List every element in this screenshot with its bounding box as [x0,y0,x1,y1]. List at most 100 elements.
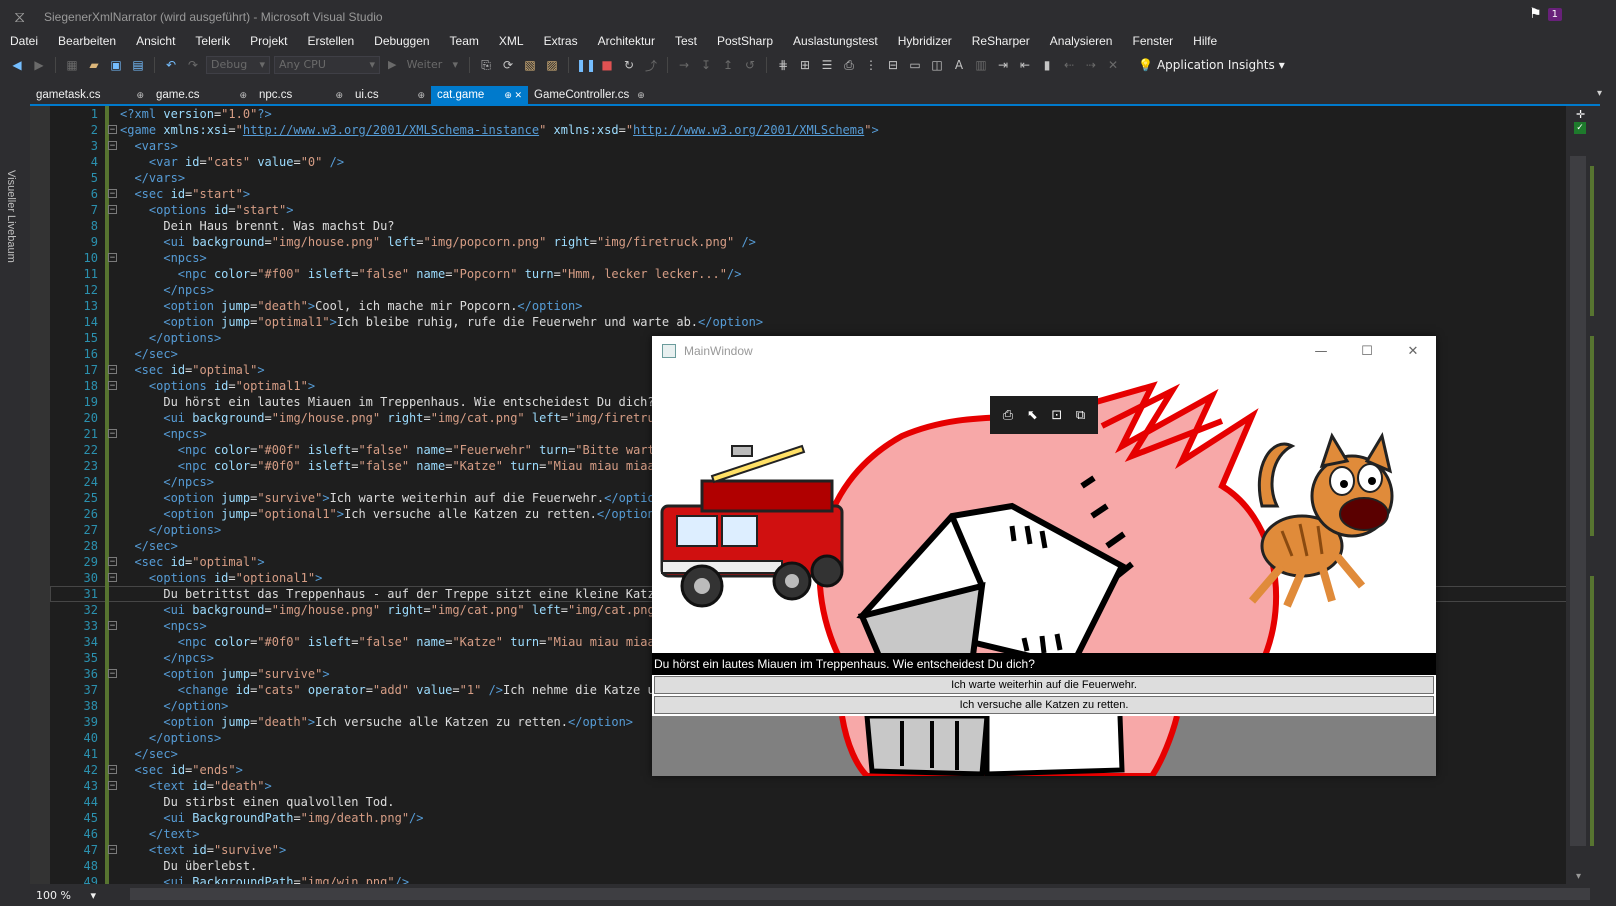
code-line[interactable]: 7− <options id="start"> [50,202,1598,218]
format-document-icon[interactable]: ⎙ [840,58,858,73]
restart-icon[interactable]: ↻ [620,58,638,72]
maximize-icon[interactable]: ☐ [1344,340,1390,362]
vertical-scrollbar[interactable]: ✛ ✓ ▾ [1566,106,1598,884]
answer-button-wait[interactable]: Ich warte weiterhin auf die Feuerwehr. [654,676,1434,694]
menu-item-projekt[interactable]: Projekt [240,34,297,48]
menu-item-ansicht[interactable]: Ansicht [126,34,185,48]
clear-bookmarks-icon[interactable]: ✕ [1104,58,1122,72]
collapse-region-icon[interactable]: − [108,573,117,583]
open-file-icon[interactable]: ▰ [85,58,103,72]
code-line[interactable]: 9 <ui background="img/house.png" left="i… [50,234,1598,250]
pin-close-icon[interactable]: ⊕ ✕ [504,90,522,101]
collapse-region-icon[interactable]: − [108,205,117,215]
menu-item-bearbeiten[interactable]: Bearbeiten [48,34,126,48]
tab-list-dropdown-icon[interactable]: ▾ [1597,88,1602,99]
display-layout-adorners-icon[interactable]: ⊡ [1051,408,1062,423]
collapse-region-icon[interactable]: − [108,141,117,151]
code-line[interactable]: 46 </text> [50,826,1598,842]
windows-icon[interactable]: ▭ [906,58,924,72]
pin-icon[interactable]: ⊕ [239,90,247,101]
minimize-icon[interactable]: — [1298,340,1344,362]
notifications-flag-icon[interactable]: ⚑ [1529,6,1542,22]
menu-item-telerik[interactable]: Telerik [185,34,240,48]
menu-item-datei[interactable]: Datei [0,34,48,48]
collapse-region-icon[interactable]: − [108,781,117,791]
answer-button-rescue[interactable]: Ich versuche alle Katzen zu retten. [654,696,1434,714]
layout-icon[interactable]: ⋮ [862,58,880,72]
refresh-link-icon[interactable]: ⟳ [499,58,517,72]
code-line[interactable]: 8 Dein Haus brennt. Was machst Du? [50,218,1598,234]
step-out-icon[interactable]: ↥ [719,58,737,72]
show-next-statement-icon[interactable]: ⤴ [642,57,660,74]
threads-icon[interactable]: ⊞ [796,58,814,72]
collapse-region-icon[interactable]: − [108,381,117,391]
save-icon[interactable]: ▣ [107,58,125,72]
horizontal-scrollbar[interactable] [130,888,1590,900]
redo-icon[interactable]: ↷ [184,58,202,72]
navigate-forward-icon[interactable]: ▶ [30,58,48,72]
menu-item-erstellen[interactable]: Erstellen [297,34,364,48]
code-line[interactable]: 5 </vars> [50,170,1598,186]
menu-item-fenster[interactable]: Fenster [1122,34,1183,48]
code-line[interactable]: 4 <var id="cats" value="0" /> [50,154,1598,170]
menu-item-xml[interactable]: XML [489,34,534,48]
properties-icon[interactable]: ▨ [543,58,561,72]
pin-icon[interactable]: ⊕ [136,90,144,101]
menu-item-architektur[interactable]: Architektur [588,34,665,48]
break-all-icon[interactable]: ❚❚ [576,58,596,72]
bookmark-icon[interactable]: ▮ [1038,58,1056,72]
split-editor-icon[interactable]: ✛ [1576,108,1585,121]
menu-item-postsharp[interactable]: PostSharp [707,34,783,48]
menu-item-auslastungstest[interactable]: Auslastungstest [783,34,888,48]
code-line[interactable]: 45 <ui BackgroundPath="img/death.png"/> [50,810,1598,826]
pin-icon[interactable]: ⊕ [637,90,645,101]
previous-bookmark-icon[interactable]: ⇠ [1060,58,1078,72]
code-line[interactable]: 43− <text id="death"> [50,778,1598,794]
main-window[interactable]: MainWindow — ☐ ✕ ⎙ ⬉ ⊡ ⧉ Du hörst ein la… [652,336,1436,776]
undo-icon[interactable]: ↶ [162,58,180,72]
tab-game-cs[interactable]: game.cs ⊕ [150,86,253,104]
notification-badge[interactable]: 1 [1547,7,1562,21]
step-into-icon[interactable]: → [675,58,693,72]
collapse-region-icon[interactable]: − [108,669,117,679]
main-window-titlebar[interactable]: MainWindow — ☐ ✕ [652,336,1436,366]
code-line[interactable]: 47− <text id="survive"> [50,842,1598,858]
tab-gametask-cs[interactable]: gametask.cs ⊕ [30,86,150,104]
code-line[interactable]: 3− <vars> [50,138,1598,154]
code-line[interactable]: 48 Du überlebst. [50,858,1598,874]
step-back-icon[interactable]: ↺ [741,58,759,72]
menu-item-extras[interactable]: Extras [534,34,588,48]
scroll-down-icon[interactable]: ▾ [1576,871,1581,882]
new-project-icon[interactable]: ▦ [63,58,81,72]
tab-ui-cs[interactable]: ui.cs ⊕ [349,86,431,104]
continue-button[interactable]: ▶ Weiter ▾ [384,56,462,74]
step-over-icon[interactable]: ↧ [697,58,715,72]
live-visual-tree-tab[interactable]: Visueller Livebaum [5,170,17,263]
go-to-live-visual-tree-icon[interactable]: ⎙ [1003,408,1013,423]
track-focused-element-icon[interactable]: ⧉ [1076,408,1085,423]
solution-platform-combo[interactable]: Any CPU ▾ [274,56,380,74]
collapse-region-icon[interactable]: − [108,621,117,631]
collapse-region-icon[interactable]: − [108,365,117,375]
solution-explorer-icon[interactable]: ▧ [521,58,539,72]
collapse-region-icon[interactable]: − [108,765,117,775]
hex-display-icon[interactable]: ⋕ [774,58,792,72]
save-all-icon[interactable]: ▤ [129,58,147,72]
code-line[interactable]: 1 <?xml version="1.0"?> [50,106,1598,122]
code-line[interactable]: 10− <npcs> [50,250,1598,266]
code-line[interactable]: 49 <ui BackgroundPath="img/win.png"/> [50,874,1598,884]
code-line[interactable]: 14 <option jump="optimal1">Ich bleibe ru… [50,314,1598,330]
code-line[interactable]: 13 <option jump="death">Cool, ich mache … [50,298,1598,314]
tab-cat-game[interactable]: cat.game ⊕ ✕ [431,86,528,104]
collapse-region-icon[interactable]: − [108,189,117,199]
outdent-icon[interactable]: ⇤ [1016,58,1034,72]
pin-icon[interactable]: ⊕ [335,90,343,101]
code-line[interactable]: 44 Du stirbst einen qualvollen Tod. [50,794,1598,810]
collapse-region-icon[interactable]: − [108,557,117,567]
browser-link-icon[interactable]: ⎘ [477,58,495,73]
debug-windows-icon[interactable]: ◫ [928,58,946,72]
toggle-breakpoint-icon[interactable]: ⊟ [884,58,902,72]
vertical-scrollbar-thumb[interactable] [1570,156,1586,846]
menu-item-resharper[interactable]: ReSharper [962,34,1040,48]
indent-icon[interactable]: ⇥ [994,58,1012,72]
